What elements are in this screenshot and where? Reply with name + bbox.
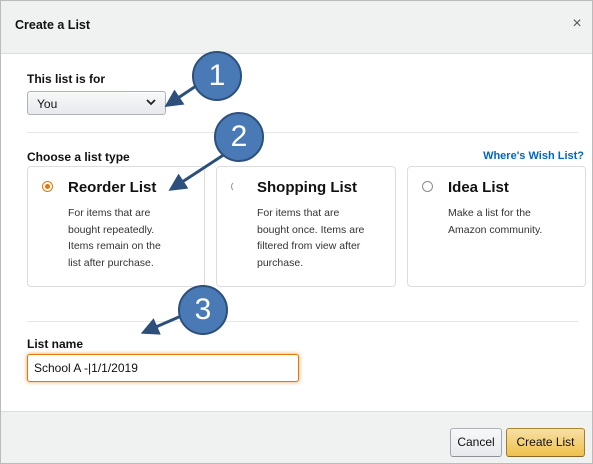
list-for-label: This list is for [27, 72, 106, 86]
card-description: Make a list for the Amazon community. [448, 207, 543, 236]
card-title: Shopping List [257, 179, 357, 196]
list-type-card-idea[interactable]: Idea List Make a list for the Amazon com… [407, 166, 586, 287]
wish-list-link[interactable]: Where's Wish List? [483, 150, 584, 162]
list-name-label: List name [27, 337, 84, 351]
create-list-dialog: Create a List × This list is for You Cho… [0, 0, 593, 464]
list-name-input[interactable] [27, 354, 299, 382]
section-divider [27, 321, 578, 322]
card-title: Reorder List [68, 179, 157, 196]
list-for-select[interactable]: You [27, 91, 166, 115]
dialog-footer: Cancel Create List [1, 411, 592, 463]
cancel-button[interactable]: Cancel [450, 428, 502, 457]
list-for-value: You [37, 97, 58, 111]
radio-idea[interactable] [422, 181, 433, 192]
card-description: For items that are bought repeatedly. It… [68, 207, 161, 269]
radio-shopping[interactable] [231, 181, 242, 192]
list-type-label: Choose a list type [27, 150, 130, 164]
card-title: Idea List [448, 179, 509, 196]
list-type-card-reorder[interactable]: Reorder List For items that are bought r… [27, 166, 205, 287]
dialog-title: Create a List [15, 18, 91, 32]
radio-reorder[interactable] [42, 181, 53, 192]
callout-badge-2: 2 [214, 112, 264, 162]
card-description: For items that are bought once. Items ar… [257, 207, 365, 269]
section-divider [27, 132, 578, 133]
dialog-header: Create a List × [1, 1, 592, 54]
callout-badge-1: 1 [192, 51, 242, 101]
chevron-down-icon [146, 99, 156, 106]
close-icon[interactable]: × [568, 15, 586, 33]
create-list-button[interactable]: Create List [506, 428, 585, 457]
list-type-card-shopping[interactable]: Shopping List For items that are bought … [216, 166, 396, 287]
callout-badge-3: 3 [178, 285, 228, 335]
